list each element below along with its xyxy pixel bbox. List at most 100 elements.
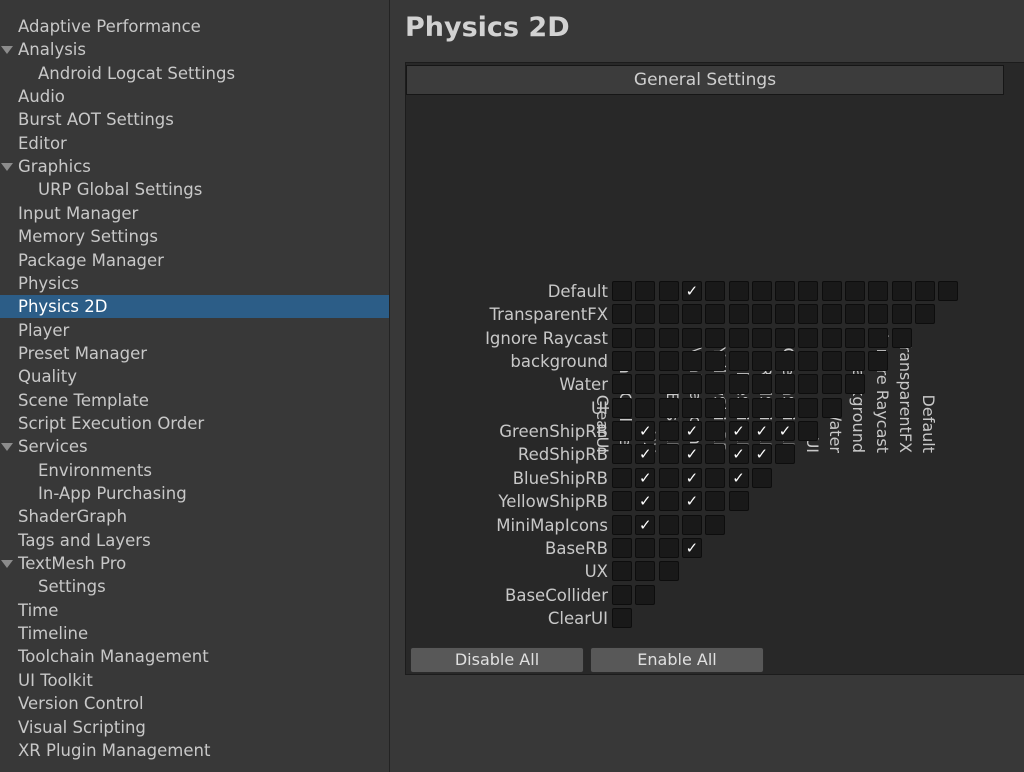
collision-toggle-checkbox[interactable]: ✓: [728, 421, 749, 442]
collision-toggle-checkbox[interactable]: [751, 374, 772, 395]
collision-toggle-checkbox[interactable]: [728, 374, 749, 395]
collision-toggle-checkbox[interactable]: [798, 281, 819, 301]
collision-toggle-checkbox[interactable]: [681, 351, 702, 372]
sidebar-item-physics-2d[interactable]: Physics 2D: [0, 295, 389, 319]
sidebar-item-editor[interactable]: Editor: [0, 132, 389, 155]
collision-toggle-checkbox[interactable]: [612, 421, 632, 442]
collision-toggle-checkbox[interactable]: [705, 467, 726, 488]
collision-toggle-checkbox[interactable]: [821, 304, 842, 325]
sidebar-item-quality[interactable]: Quality: [0, 365, 389, 388]
collision-toggle-checkbox[interactable]: [658, 561, 679, 582]
sidebar-item-textmesh-pro[interactable]: TextMesh Pro: [0, 552, 389, 575]
collision-toggle-checkbox[interactable]: [612, 397, 632, 418]
collision-toggle-checkbox[interactable]: ✓: [751, 444, 772, 465]
collision-toggle-checkbox[interactable]: [798, 351, 819, 372]
sidebar-item-script-execution-order[interactable]: Script Execution Order: [0, 412, 389, 435]
collision-toggle-checkbox[interactable]: [612, 537, 632, 558]
collision-toggle-checkbox[interactable]: [658, 491, 679, 512]
collision-toggle-checkbox[interactable]: [845, 281, 865, 301]
sidebar-item-services[interactable]: Services: [0, 435, 389, 458]
collision-toggle-checkbox[interactable]: [775, 281, 796, 301]
sidebar-item-package-manager[interactable]: Package Manager: [0, 249, 389, 272]
sidebar-item-xr-plugin-management[interactable]: XR Plugin Management: [0, 739, 389, 762]
collision-toggle-checkbox[interactable]: [845, 327, 865, 348]
collision-toggle-checkbox[interactable]: ✓: [681, 467, 702, 488]
expand-arrow-icon[interactable]: [1, 560, 13, 569]
collision-toggle-checkbox[interactable]: [612, 374, 632, 395]
sidebar-item-adaptive-performance[interactable]: Adaptive Performance: [0, 15, 389, 38]
collision-toggle-checkbox[interactable]: [658, 351, 679, 372]
collision-toggle-checkbox[interactable]: [798, 397, 819, 418]
collision-toggle-checkbox[interactable]: [821, 397, 842, 418]
collision-toggle-checkbox[interactable]: [658, 374, 679, 395]
collision-toggle-checkbox[interactable]: [775, 327, 796, 348]
sidebar-item-scene-template[interactable]: Scene Template: [0, 389, 389, 412]
collision-toggle-checkbox[interactable]: [612, 584, 632, 605]
collision-toggle-checkbox[interactable]: [775, 397, 796, 418]
sidebar-item-memory-settings[interactable]: Memory Settings: [0, 225, 389, 248]
collision-toggle-checkbox[interactable]: [775, 351, 796, 372]
collision-toggle-checkbox[interactable]: ✓: [681, 281, 702, 301]
collision-toggle-checkbox[interactable]: [705, 304, 726, 325]
collision-toggle-checkbox[interactable]: [635, 374, 656, 395]
collision-toggle-checkbox[interactable]: ✓: [635, 421, 656, 442]
collision-toggle-checkbox[interactable]: [728, 351, 749, 372]
collision-toggle-checkbox[interactable]: [868, 281, 889, 301]
collision-toggle-checkbox[interactable]: [798, 421, 819, 442]
sidebar-item-environments[interactable]: Environments: [0, 459, 389, 482]
sidebar-item-timeline[interactable]: Timeline: [0, 622, 389, 645]
collision-toggle-checkbox[interactable]: [612, 351, 632, 372]
collision-toggle-checkbox[interactable]: [728, 491, 749, 512]
sidebar-item-toolchain-management[interactable]: Toolchain Management: [0, 645, 389, 668]
collision-toggle-checkbox[interactable]: [728, 397, 749, 418]
sidebar-item-android-logcat-settings[interactable]: Android Logcat Settings: [0, 62, 389, 85]
collision-toggle-checkbox[interactable]: ✓: [728, 444, 749, 465]
sidebar-item-physics[interactable]: Physics: [0, 272, 389, 295]
collision-toggle-checkbox[interactable]: [612, 444, 632, 465]
collision-toggle-checkbox[interactable]: [635, 351, 656, 372]
collision-toggle-checkbox[interactable]: [612, 561, 632, 582]
collision-toggle-checkbox[interactable]: [658, 467, 679, 488]
collision-toggle-checkbox[interactable]: [658, 397, 679, 418]
collision-toggle-checkbox[interactable]: [612, 304, 632, 325]
sidebar-item-preset-manager[interactable]: Preset Manager: [0, 342, 389, 365]
collision-toggle-checkbox[interactable]: [798, 327, 819, 348]
collision-toggle-checkbox[interactable]: ✓: [635, 514, 656, 535]
collision-toggle-checkbox[interactable]: [914, 281, 935, 301]
collision-toggle-checkbox[interactable]: [705, 397, 726, 418]
collision-toggle-checkbox[interactable]: [868, 327, 889, 348]
collision-toggle-checkbox[interactable]: ✓: [681, 421, 702, 442]
collision-toggle-checkbox[interactable]: [612, 514, 632, 535]
sidebar-item-burst-aot-settings[interactable]: Burst AOT Settings: [0, 108, 389, 131]
collision-toggle-checkbox[interactable]: [821, 327, 842, 348]
collision-toggle-checkbox[interactable]: [635, 397, 656, 418]
collision-toggle-checkbox[interactable]: [681, 327, 702, 348]
collision-toggle-checkbox[interactable]: [658, 304, 679, 325]
collision-toggle-checkbox[interactable]: [938, 281, 959, 301]
collision-toggle-checkbox[interactable]: [891, 304, 912, 325]
collision-toggle-checkbox[interactable]: [658, 281, 679, 301]
collision-toggle-checkbox[interactable]: [821, 351, 842, 372]
collision-toggle-checkbox[interactable]: [751, 351, 772, 372]
collision-toggle-checkbox[interactable]: [658, 327, 679, 348]
collision-toggle-checkbox[interactable]: [705, 374, 726, 395]
sidebar-item-settings[interactable]: Settings: [0, 575, 389, 598]
collision-toggle-checkbox[interactable]: [868, 304, 889, 325]
sidebar-item-time[interactable]: Time: [0, 599, 389, 622]
collision-toggle-checkbox[interactable]: [612, 467, 632, 488]
collision-toggle-checkbox[interactable]: [681, 374, 702, 395]
sidebar-item-input-manager[interactable]: Input Manager: [0, 202, 389, 225]
collision-toggle-checkbox[interactable]: [798, 374, 819, 395]
sidebar-item-version-control[interactable]: Version Control: [0, 692, 389, 715]
collision-toggle-checkbox[interactable]: ✓: [681, 444, 702, 465]
sidebar-item-visual-scripting[interactable]: Visual Scripting: [0, 716, 389, 739]
collision-toggle-checkbox[interactable]: [751, 304, 772, 325]
sidebar-item-tags-and-layers[interactable]: Tags and Layers: [0, 529, 389, 552]
collision-toggle-checkbox[interactable]: [845, 351, 865, 372]
collision-toggle-checkbox[interactable]: [751, 327, 772, 348]
collision-toggle-checkbox[interactable]: [891, 327, 912, 348]
collision-toggle-checkbox[interactable]: [705, 351, 726, 372]
collision-toggle-checkbox[interactable]: [658, 444, 679, 465]
collision-toggle-checkbox[interactable]: [658, 514, 679, 535]
collision-toggle-checkbox[interactable]: [658, 537, 679, 558]
